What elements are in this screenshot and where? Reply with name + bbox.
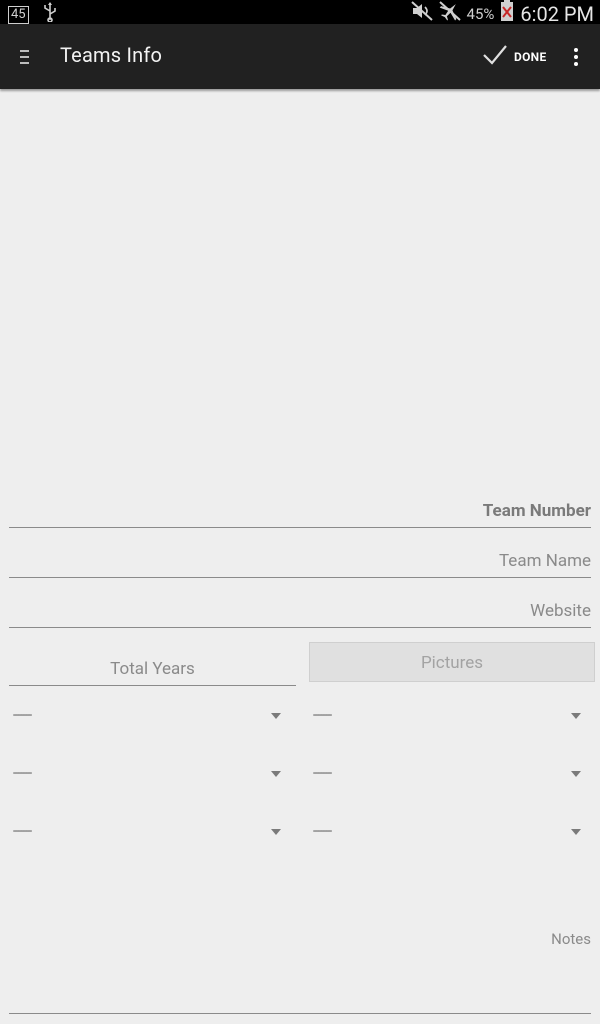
dropdown-arrow-icon	[571, 713, 581, 719]
done-button[interactable]: DONE	[482, 44, 547, 70]
team-number-field[interactable]: Team Number	[9, 501, 591, 528]
pictures-button[interactable]: Pictures	[309, 642, 595, 682]
action-bar: Teams Info DONE	[0, 24, 600, 89]
battery-icon	[500, 0, 514, 27]
notes-field[interactable]: Notes	[551, 930, 591, 948]
spinner-value: -------	[13, 708, 32, 723]
status-bar: 45 45% 6:02 PM	[0, 0, 600, 27]
dropdown-arrow-icon	[271, 713, 281, 719]
notification-badge: 45	[8, 5, 29, 24]
team-name-field[interactable]: Team Name	[9, 551, 591, 578]
spinner-value: -------	[313, 824, 332, 839]
website-hint: Website	[530, 601, 591, 621]
airplane-icon	[438, 1, 461, 26]
team-name-hint: Team Name	[498, 551, 591, 571]
total-years-hint: Total Years	[110, 659, 195, 679]
notes-underline	[9, 1013, 591, 1014]
battery-percent: 45%	[466, 4, 495, 23]
menu-icon[interactable]	[16, 47, 34, 67]
dropdown-arrow-icon	[271, 771, 281, 777]
page-title: Teams Info	[60, 43, 163, 67]
spinner-value: -------	[13, 824, 32, 839]
dropdown-arrow-icon	[571, 829, 581, 835]
check-icon	[482, 44, 508, 70]
total-years-field[interactable]: Total Years	[9, 655, 296, 686]
done-label: DONE	[514, 50, 547, 64]
mute-icon	[410, 1, 433, 26]
spinner-value: -------	[13, 766, 32, 781]
website-field[interactable]: Website	[9, 601, 591, 628]
team-number-hint: Team Number	[482, 501, 591, 521]
spinner-left-3[interactable]: -------	[9, 822, 289, 844]
dropdown-arrow-icon	[571, 771, 581, 777]
spinner-value: -------	[313, 766, 332, 781]
clock: 6:02 PM	[520, 1, 594, 26]
spinner-right-2[interactable]: -------	[309, 764, 589, 786]
dropdown-arrow-icon	[271, 829, 281, 835]
spinner-right-1[interactable]: -------	[309, 706, 589, 728]
spinner-left-2[interactable]: -------	[9, 764, 289, 786]
spinner-left-1[interactable]: -------	[9, 706, 289, 728]
spinner-value: -------	[313, 708, 332, 723]
spinner-right-3[interactable]: -------	[309, 822, 589, 844]
overflow-icon[interactable]	[570, 46, 582, 68]
